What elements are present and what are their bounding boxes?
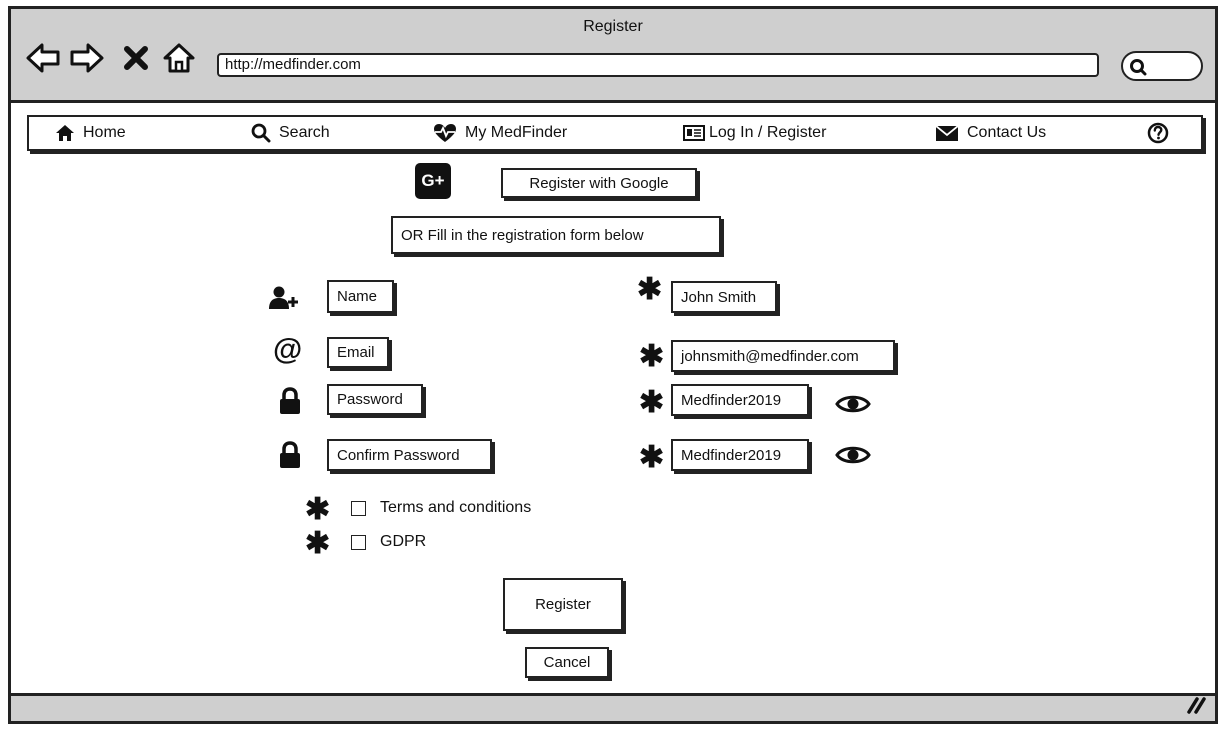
form-hint-text: OR Fill in the registration form below [391, 216, 721, 254]
search-icon [1130, 59, 1147, 76]
nav-my-medfinder[interactable]: My MedFinder [433, 117, 567, 149]
google-plus-icon[interactable]: G+ [415, 163, 451, 199]
id-card-icon [683, 125, 705, 141]
password-field[interactable]: Medfinder2019 [671, 384, 809, 416]
required-asterisk: ✱ [305, 493, 331, 526]
at-icon: @ [273, 333, 303, 366]
back-icon[interactable] [25, 41, 60, 75]
heart-pulse-icon [434, 124, 456, 142]
nav-contact[interactable]: Contact Us [935, 117, 1046, 149]
required-asterisk: ✱ [637, 273, 663, 306]
add-user-icon [269, 285, 301, 316]
main-nav: Home Search My MedFinder Log In / Regist… [27, 115, 1203, 151]
required-asterisk: ✱ [639, 386, 665, 419]
register-with-google-button[interactable]: Register with Google [501, 168, 697, 198]
terms-checkbox-label: Terms and conditions [380, 499, 532, 516]
gdpr-checkbox[interactable] [351, 534, 366, 550]
register-button[interactable]: Register [503, 578, 623, 631]
help-button[interactable] [1147, 117, 1169, 149]
email-label: Email [327, 337, 389, 368]
envelope-icon [935, 125, 959, 141]
nav-home[interactable]: Home [55, 117, 126, 149]
lock-icon [279, 387, 301, 420]
password-label: Password [327, 384, 423, 415]
terms-checkbox[interactable] [351, 500, 366, 516]
status-bar [11, 693, 1215, 721]
lock-icon [279, 441, 301, 474]
gdpr-checkbox-row: GDPR [351, 533, 426, 551]
nav-login-register[interactable]: Log In / Register [683, 117, 826, 149]
eye-icon[interactable] [835, 444, 871, 471]
required-asterisk: ✱ [639, 340, 665, 373]
name-field[interactable]: John Smith [671, 281, 777, 313]
nav-contact-label: Contact Us [967, 124, 1047, 141]
forward-icon[interactable] [69, 41, 104, 75]
gdpr-checkbox-label: GDPR [380, 533, 427, 550]
eye-icon[interactable] [835, 393, 871, 420]
name-label: Name [327, 280, 394, 313]
required-asterisk: ✱ [639, 441, 665, 474]
search-icon [251, 123, 271, 143]
stop-icon[interactable] [119, 41, 153, 75]
window-title: Register [583, 18, 643, 35]
nav-login-register-label: Log In / Register [709, 124, 827, 141]
url-input[interactable]: http://medfinder.com [217, 53, 1099, 77]
terms-checkbox-row: Terms and conditions [351, 499, 531, 517]
home-icon [56, 125, 74, 141]
browser-search-input[interactable] [1121, 51, 1203, 81]
nav-my-medfinder-label: My MedFinder [465, 124, 568, 141]
confirm-password-label: Confirm Password [327, 439, 492, 471]
resize-grip-icon[interactable] [1185, 696, 1207, 719]
nav-search-label: Search [279, 124, 330, 141]
confirm-password-field[interactable]: Medfinder2019 [671, 439, 809, 471]
email-field[interactable]: johnsmith@medfinder.com [671, 340, 895, 372]
browser-window: Register http://medfinder.com Home Searc… [8, 6, 1218, 724]
home-icon[interactable] [161, 41, 195, 75]
nav-search[interactable]: Search [251, 117, 330, 149]
nav-home-label: Home [83, 124, 126, 141]
help-icon [1147, 122, 1169, 144]
required-asterisk: ✱ [305, 527, 331, 560]
cancel-button[interactable]: Cancel [525, 647, 609, 678]
browser-chrome: Register http://medfinder.com [11, 9, 1215, 103]
